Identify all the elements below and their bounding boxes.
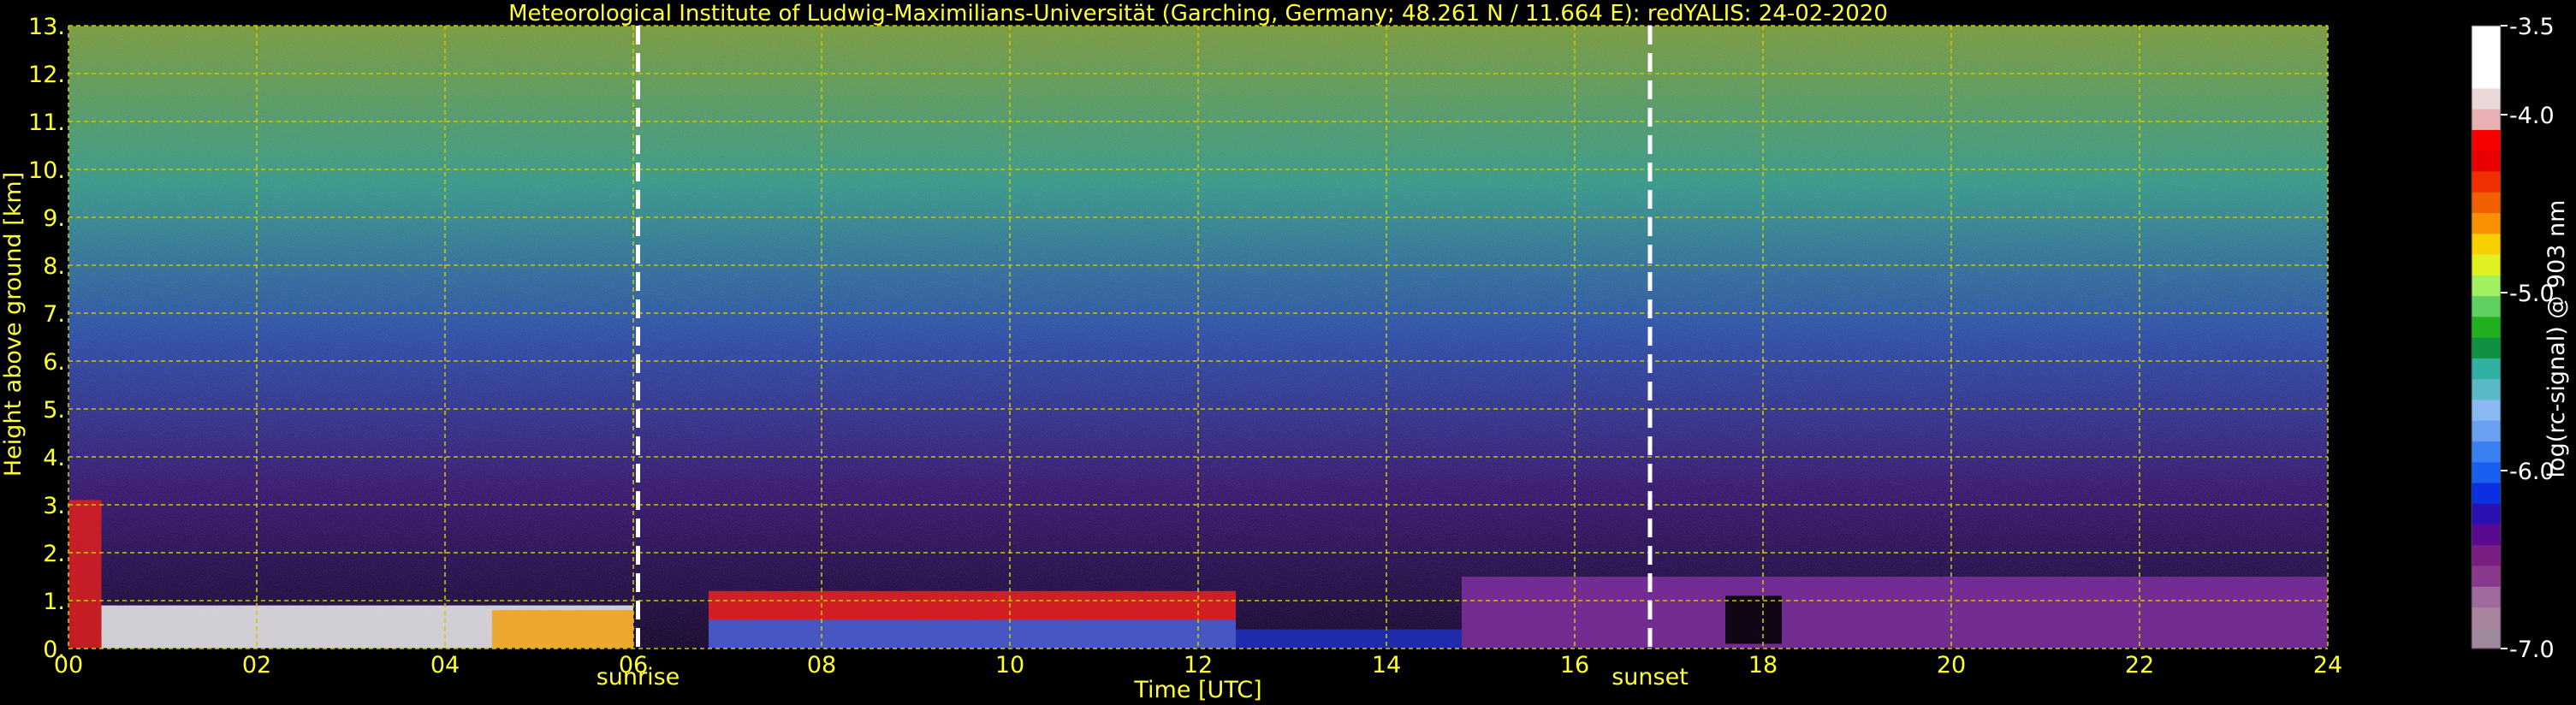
colorbar-segment [2472,524,2501,546]
colorbar-segment [2472,586,2501,608]
x-tick-label: 10 [995,652,1024,678]
x-tick-label: 22 [2125,652,2154,678]
afternoon-layer [1236,629,1462,649]
colorbar-segment [2472,358,2501,380]
y-tick-label: 5. [43,397,65,424]
x-tick-label: 24 [2313,652,2342,678]
colorbar-segment [2472,482,2501,504]
annotation-sunrise: sunrise [597,664,680,690]
daytime-lower-layer [709,619,1236,649]
colorbar-segment [2472,87,2501,110]
y-tick-label: 4. [43,445,65,471]
colorbar-segment [2472,503,2501,524]
colorbar-tick-label: -3.5 [2509,14,2555,40]
x-tick-label: 02 [242,652,271,678]
annotation-sunset: sunset [1611,664,1689,690]
colorbar-tick-label: -4.0 [2509,103,2555,129]
colorbar-segment [2472,607,2501,629]
lidar-chart: 00 02 04 06 08 10 12 14 16 18 20 22 24 0.1.2.3.4.5.6… [0,1,2570,703]
colorbar-segment [2472,46,2501,68]
colorbar-segment [2472,316,2501,338]
colorbar-segment [2472,233,2501,255]
chart-title: Meteorological Institute of Ludwig-Maxim… [508,1,1888,27]
morning-aerosol-layer [492,610,633,649]
y-tick-label: 1. [43,589,65,615]
y-tick-label: 9. [43,205,65,232]
colorbar-segment [2472,461,2501,483]
colorbar-segment [2472,129,2501,151]
y-tick-labels: 0. 1. 2. 3. 4. 5. 6. 7. 8. 9. 10. 11. 12. 13. [28,14,65,663]
colorbar-segment [2472,67,2501,89]
colorbar-segment [2472,565,2501,587]
colorbar-label: log(rc-signal) @ 903 nm [2543,200,2570,478]
colorbar-segment [2472,399,2501,421]
colorbar-segment [2472,212,2501,234]
evening-residual-layer [1462,577,2328,649]
colorbar-segment [2472,26,2501,47]
colorbar-segment [2472,170,2501,193]
colorbar-segment [2472,109,2501,130]
x-axis-label: Time [UTC] [1133,677,1261,703]
x-tick-labels: 00 02 04 06 08 10 12 14 16 18 20 22 24 [54,652,2342,678]
y-axis-label: Height above ground [km] [0,172,27,477]
y-tick-label: 8. [43,253,65,280]
colorbar-segment [2472,378,2501,400]
x-tick-label: 04 [430,652,460,678]
colorbar-segment [2472,253,2501,275]
colorbar-segment [2472,150,2501,172]
colorbar-segment [2472,420,2501,441]
y-tick-label: 0. [43,637,65,663]
colorbar-segment [2472,337,2501,358]
colorbar-segment [2472,627,2501,649]
y-tick-label: 3. [43,493,65,519]
y-tick-label: 6. [43,349,65,376]
colorbar-segment [2472,295,2501,317]
colorbar: -3.5-4.0-5.0-6.0-7.0 [2471,14,2555,663]
y-tick-label: 2. [43,541,65,567]
y-tick-label: 7. [43,301,65,328]
colorbar-segment [2472,544,2501,566]
x-tick-label: 08 [807,652,836,678]
x-tick-label: 16 [1560,652,1589,678]
y-tick-label: 11. [28,110,65,136]
y-tick-label: 13. [28,14,65,40]
colorbar-segment [2472,275,2501,297]
low-cloud-early [68,500,102,649]
colorbar-segment [2472,192,2501,213]
y-tick-label: 10. [28,157,65,184]
y-tick-label: 12. [28,62,65,88]
colorbar-segment [2472,441,2501,463]
colorbar-tick-label: -7.0 [2509,637,2555,663]
x-tick-label: 12 [1184,652,1213,678]
x-tick-label: 14 [1372,652,1401,678]
x-tick-label: 20 [1937,652,1966,678]
data-gap [1725,595,1782,644]
x-tick-label: 18 [1748,652,1778,678]
